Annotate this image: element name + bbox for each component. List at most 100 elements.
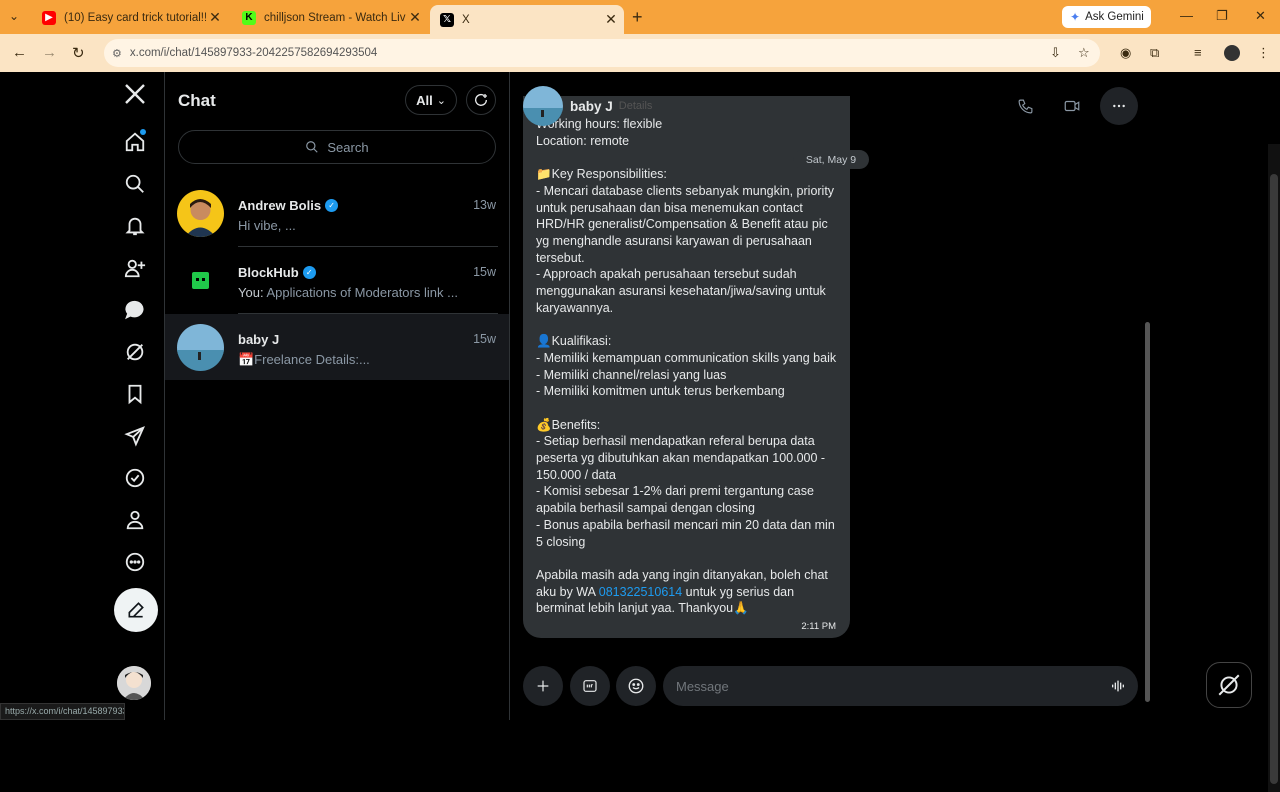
ask-gemini-label: Ask Gemini xyxy=(1085,11,1144,23)
add-attachment-button[interactable] xyxy=(523,666,563,706)
conversation-item-blockhub[interactable]: BlockHub ✓ 15w You: Applications of Moder… xyxy=(165,247,509,313)
emoji-icon xyxy=(628,678,644,694)
grok-icon[interactable] xyxy=(122,339,148,365)
x-app: Chat All ⌄ Search Andrew Bolis ✓ 13w Hi vi… xyxy=(0,72,1280,792)
profile-avatar-icon[interactable] xyxy=(1224,45,1240,61)
more-options-button[interactable] xyxy=(1100,87,1138,125)
close-tab-icon[interactable]: ✕ xyxy=(206,9,224,26)
tab-title: chilljson Stream - Watch Live on xyxy=(264,11,406,24)
new-chat-icon xyxy=(475,94,487,106)
search-icon xyxy=(306,141,319,153)
premium-icon[interactable] xyxy=(122,423,148,449)
phone-link[interactable]: 081322510614 xyxy=(599,585,682,599)
filter-label: All xyxy=(416,92,433,108)
chat-search-input[interactable]: Search xyxy=(178,130,496,164)
verified-badge-icon: ✓ xyxy=(302,266,316,279)
x-logo-icon[interactable] xyxy=(122,81,148,107)
account-avatar[interactable] xyxy=(117,666,151,700)
back-icon[interactable]: ← xyxy=(12,44,27,61)
scroll-thumb[interactable] xyxy=(1145,322,1150,702)
browser-tab-bar: ⌄ ▶ (10) Easy card trick tutorial!!! | C… xyxy=(0,0,1280,34)
ellipsis-icon xyxy=(1113,104,1125,108)
message-input[interactable]: Message xyxy=(663,666,1138,706)
conversation-name: BlockHub ✓ xyxy=(238,265,316,280)
conversation-subtitle: Details xyxy=(618,100,653,112)
conversation-header[interactable]: baby J Details xyxy=(523,86,652,126)
address-bar[interactable]: ⚙ x.com/i/chat/145897933-204225758269429… xyxy=(104,39,1100,67)
avatar xyxy=(177,257,224,304)
conversation-preview: 📅Freelance Details:... xyxy=(238,352,370,367)
conversation-item-baby-j[interactable]: baby J 15w 📅Freelance Details:... xyxy=(165,314,509,380)
search-icon[interactable] xyxy=(122,171,148,197)
install-icon[interactable]: ⇩ xyxy=(1050,45,1061,61)
conversation-preview: You: Applications of Moderators link ... xyxy=(238,285,458,300)
conversation-name: baby J xyxy=(570,98,613,114)
voice-message-icon[interactable] xyxy=(1110,678,1126,694)
gif-button[interactable] xyxy=(570,666,610,706)
chat-icon[interactable] xyxy=(122,297,148,323)
plus-icon xyxy=(537,680,549,692)
conversation-pane: Working hours: flexible Location: remote… xyxy=(510,72,1140,720)
forward-icon[interactable]: → xyxy=(42,44,57,61)
message-time: 2:11 PM xyxy=(801,621,836,632)
minimize-icon[interactable]: — xyxy=(1180,8,1193,23)
new-chat-button[interactable] xyxy=(466,85,496,115)
ask-gemini-button[interactable]: ✦ Ask Gemini xyxy=(1062,6,1151,28)
close-window-icon[interactable]: ✕ xyxy=(1255,8,1266,24)
chat-list-panel: Chat All ⌄ Search Andrew Bolis ✓ 13w Hi vi… xyxy=(164,72,510,720)
conversation-preview: Hi vibe, ... xyxy=(238,218,296,233)
conversation-name: Andrew Bolis ✓ xyxy=(238,198,339,213)
browser-menu-icon[interactable]: ⋮ xyxy=(1257,45,1270,61)
chevron-down-icon: ⌄ xyxy=(436,94,446,107)
notifications-icon[interactable] xyxy=(122,213,148,239)
bookmarks-icon[interactable] xyxy=(122,381,148,407)
conversation-name: baby J xyxy=(238,332,280,347)
tab-kick[interactable]: K chilljson Stream - Watch Live on ✕ xyxy=(232,5,428,30)
search-placeholder: Search xyxy=(327,139,369,155)
tab-youtube[interactable]: ▶ (10) Easy card trick tutorial!!! | C ✕ xyxy=(32,5,228,30)
page-scrollbar[interactable] xyxy=(1268,144,1280,792)
x-icon: 𝕏 xyxy=(440,12,454,27)
avatar xyxy=(177,190,224,237)
close-tab-icon[interactable]: ✕ xyxy=(602,11,620,28)
filter-dropdown[interactable]: All ⌄ xyxy=(405,85,457,115)
restore-icon[interactable]: ❐ xyxy=(1216,8,1228,24)
follow-icon[interactable] xyxy=(122,255,148,281)
close-tab-icon[interactable]: ✕ xyxy=(406,9,424,26)
left-navigation xyxy=(110,72,164,720)
message-placeholder: Message xyxy=(676,678,729,694)
notification-dot xyxy=(140,129,146,135)
profile-icon[interactable] xyxy=(122,507,148,533)
voice-call-button[interactable] xyxy=(1006,87,1044,125)
extensions-puzzle-icon[interactable]: ⧉ xyxy=(1150,45,1159,61)
page-scroll-thumb[interactable] xyxy=(1270,174,1278,784)
message-composer: Message xyxy=(510,666,1140,708)
gemini-icon: ✦ xyxy=(1070,10,1081,24)
more-icon[interactable] xyxy=(122,549,148,575)
extension-icon[interactable]: ◉ xyxy=(1120,45,1131,61)
chat-title: Chat xyxy=(178,91,216,110)
gif-icon xyxy=(583,680,597,692)
browser-toolbar: ← → ↻ ⚙ x.com/i/chat/145897933-204225758… xyxy=(0,34,1280,72)
video-call-button[interactable] xyxy=(1053,87,1091,125)
tab-list-chevron-icon[interactable]: ⌄ xyxy=(9,9,19,23)
video-icon xyxy=(1064,100,1080,112)
new-tab-icon[interactable]: + xyxy=(632,7,643,28)
reload-icon[interactable]: ↻ xyxy=(72,44,85,62)
media-controls-icon[interactable]: ≡ xyxy=(1194,45,1202,60)
bookmark-star-icon[interactable]: ☆ xyxy=(1078,45,1090,61)
avatar xyxy=(177,324,224,371)
conversation-item-andrew-bolis[interactable]: Andrew Bolis ✓ 13w Hi vibe, ... xyxy=(165,180,509,246)
compose-post-button[interactable] xyxy=(114,588,158,632)
tab-title: (10) Easy card trick tutorial!!! | C xyxy=(64,11,206,24)
grok-button[interactable] xyxy=(1206,662,1252,708)
message-body: Working hours: flexible Location: remote… xyxy=(536,117,837,599)
avatar xyxy=(523,86,563,126)
home-icon[interactable] xyxy=(122,129,148,155)
site-info-icon[interactable]: ⚙ xyxy=(112,47,122,60)
message-bubble[interactable]: Working hours: flexible Location: remote… xyxy=(523,96,850,638)
emoji-button[interactable] xyxy=(616,666,656,706)
conversation-scrollbar[interactable] xyxy=(1140,72,1155,720)
tab-x[interactable]: 𝕏 X ✕ xyxy=(430,5,624,34)
verified-orgs-icon[interactable] xyxy=(122,465,148,491)
